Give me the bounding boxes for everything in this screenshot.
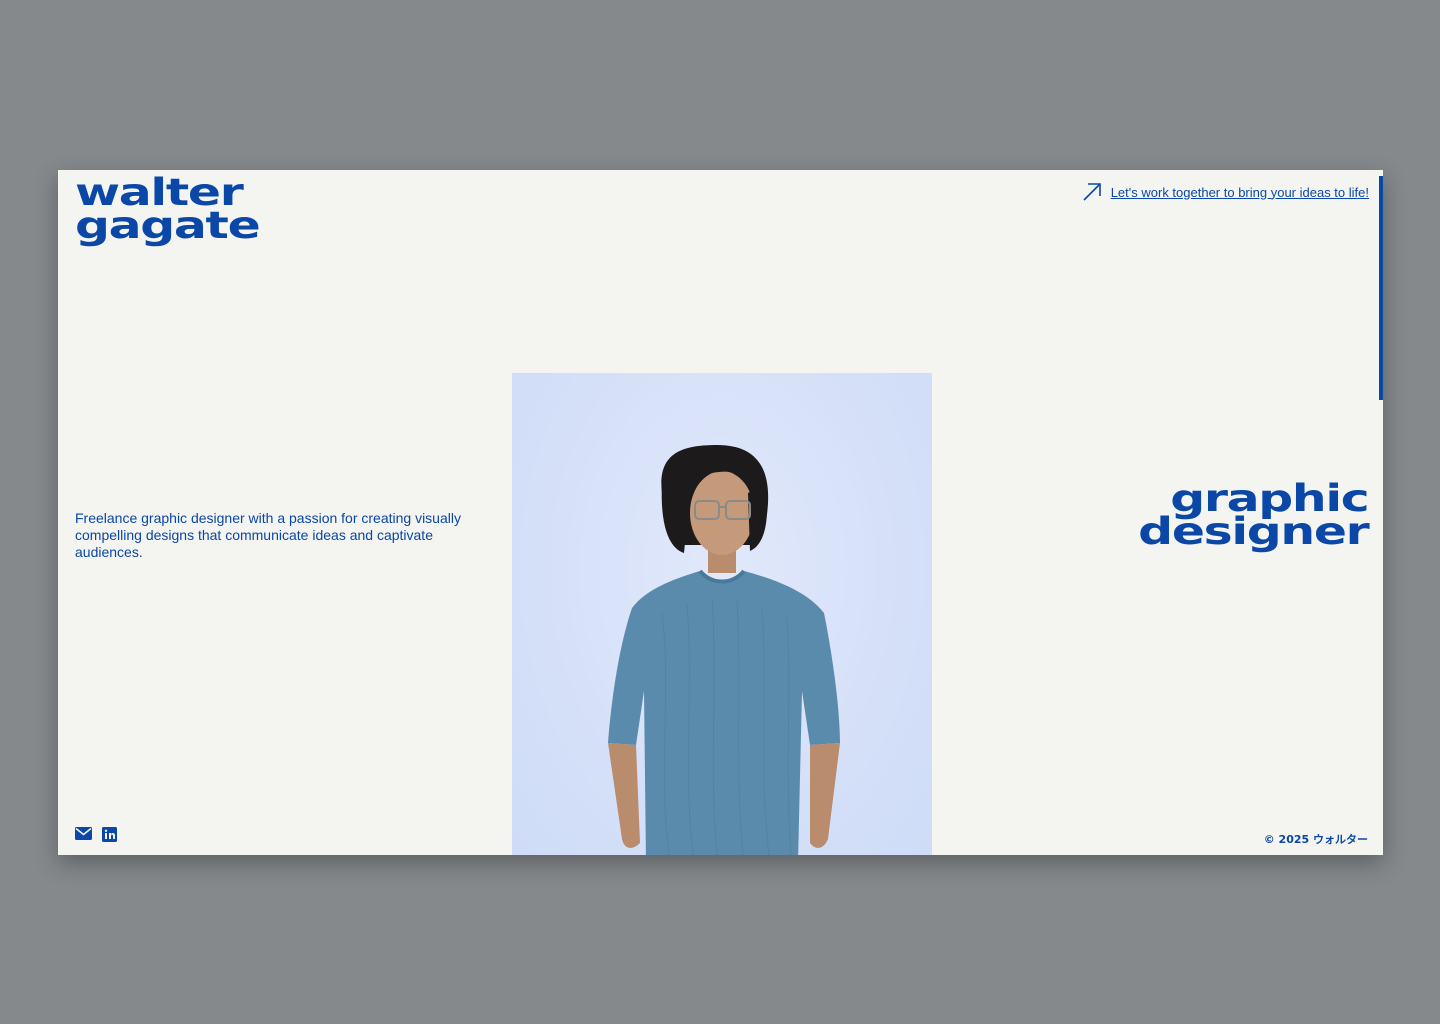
copyright-text: © 2025 ウォルター bbox=[1263, 833, 1368, 846]
contact-cta-link[interactable]: Let's work together to bring your ideas … bbox=[1081, 181, 1369, 203]
portrait-photo bbox=[512, 373, 932, 855]
linkedin-icon[interactable] bbox=[102, 827, 119, 842]
role-title: graphic designer bbox=[1137, 480, 1370, 553]
browser-window: walter gagate Let's work together to bri… bbox=[58, 170, 1383, 855]
mail-icon[interactable] bbox=[75, 827, 92, 842]
arrow-up-right-icon bbox=[1081, 181, 1103, 203]
brand-line-2: gagate bbox=[75, 204, 261, 247]
bio-text: Freelance graphic designer with a passio… bbox=[75, 510, 461, 560]
scrollbar-thumb[interactable] bbox=[1379, 176, 1383, 400]
role-line-2: designer bbox=[1137, 510, 1370, 553]
contact-cta-label: Let's work together to bring your ideas … bbox=[1110, 184, 1369, 200]
social-links bbox=[75, 827, 119, 842]
brand-logo[interactable]: walter gagate bbox=[75, 174, 261, 247]
scrollbar[interactable] bbox=[1379, 170, 1383, 855]
